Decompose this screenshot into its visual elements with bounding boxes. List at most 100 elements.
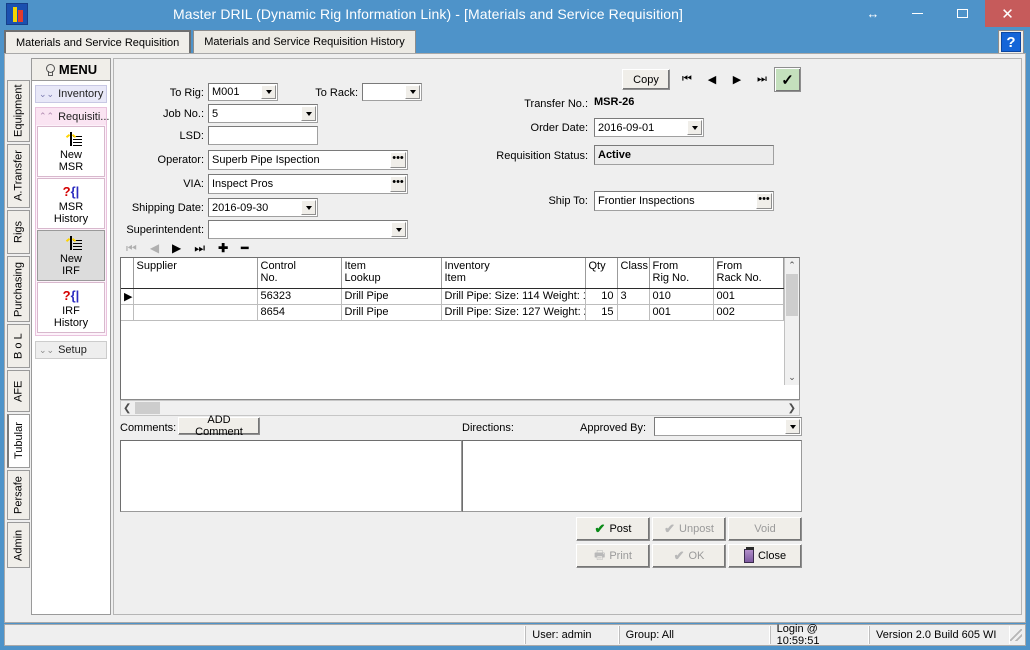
menu-item-irf-history[interactable]: ? {| IRF History bbox=[37, 282, 105, 333]
chevron-down-icon[interactable] bbox=[785, 419, 800, 434]
scroll-up-icon[interactable]: ⌃ bbox=[785, 258, 799, 273]
vtab-bol[interactable]: B o L bbox=[7, 324, 30, 368]
cell-from-rig-no[interactable]: 010 bbox=[649, 288, 714, 305]
table-row[interactable]: ▶ 56323 Drill Pipe Drill Pipe: Size: 114… bbox=[121, 288, 784, 305]
grid-col-class[interactable]: Class bbox=[617, 258, 650, 289]
cell-qty[interactable]: 15 bbox=[585, 304, 618, 321]
grid-vertical-scrollbar[interactable]: ⌃ ⌄ bbox=[784, 258, 799, 385]
cell-class[interactable]: 3 bbox=[617, 288, 650, 305]
previous-record-icon[interactable]: ◀ bbox=[701, 69, 723, 89]
job-no-select[interactable]: 5 bbox=[208, 104, 318, 123]
close-icon[interactable]: ✕ bbox=[985, 0, 1030, 27]
maximize-icon[interactable] bbox=[940, 0, 985, 27]
via-lookup-button[interactable]: ••• bbox=[390, 176, 406, 192]
operator-input[interactable]: Superb Pipe Ispection ••• bbox=[208, 150, 408, 170]
via-input[interactable]: Inspect Pros ••• bbox=[208, 174, 408, 194]
shipping-date-picker[interactable]: 2016-09-30 bbox=[208, 198, 318, 217]
last-record-icon[interactable]: ⏭ bbox=[751, 69, 773, 89]
confirm-checkmark-icon[interactable]: ✓ bbox=[774, 67, 801, 92]
vtab-rigs[interactable]: Rigs bbox=[7, 210, 30, 254]
calendar-chevron-down-icon[interactable] bbox=[687, 120, 702, 135]
copy-button[interactable]: Copy bbox=[622, 69, 670, 90]
grid-col-control-no[interactable]: Control No. bbox=[257, 258, 342, 289]
first-record-icon[interactable]: ⏮ bbox=[676, 69, 698, 89]
grid-col-supplier[interactable]: Supplier bbox=[133, 258, 258, 289]
order-date-picker[interactable]: 2016-09-01 bbox=[594, 118, 704, 137]
row-selector-icon[interactable]: ▶ bbox=[121, 288, 134, 305]
menu-group-inventory[interactable]: ⌄⌄ Inventory bbox=[35, 85, 107, 103]
grid-col-from-rack-no[interactable]: From Rack No. bbox=[713, 258, 784, 289]
cell-inventory-item[interactable]: Drill Pipe: Size: 127 Weight: 2 bbox=[441, 304, 586, 321]
scroll-right-icon[interactable]: ❯ bbox=[788, 403, 796, 414]
grid-delete-icon[interactable]: ━ bbox=[241, 241, 248, 255]
lsd-input[interactable] bbox=[208, 126, 318, 145]
to-rack-select[interactable] bbox=[362, 83, 422, 101]
cell-inventory-item[interactable]: Drill Pipe: Size: 114 Weight: 1 bbox=[441, 288, 586, 305]
cell-from-rack-no[interactable]: 001 bbox=[713, 288, 784, 305]
directions-textarea[interactable] bbox=[462, 440, 802, 512]
cell-from-rig-no[interactable]: 001 bbox=[649, 304, 714, 321]
chevron-down-icon[interactable] bbox=[301, 106, 316, 121]
vtab-persafe[interactable]: Persafe bbox=[7, 470, 30, 520]
vertical-scroll-thumb[interactable] bbox=[786, 274, 798, 316]
to-rig-select[interactable]: M001 bbox=[208, 83, 278, 101]
grid-col-item-lookup[interactable]: Item Lookup bbox=[341, 258, 442, 289]
add-comment-button[interactable]: ADD Comment bbox=[178, 414, 260, 438]
menu-item-new-irf[interactable]: New IRF bbox=[37, 230, 105, 281]
post-button[interactable]: ✔ Post bbox=[576, 517, 650, 541]
approved-by-select[interactable] bbox=[654, 417, 802, 436]
grid-next-icon[interactable]: ▶ bbox=[172, 241, 181, 255]
horizontal-scroll-thumb[interactable] bbox=[135, 402, 160, 414]
unpost-button[interactable]: ✔ Unpost bbox=[652, 517, 726, 541]
help-button[interactable]: ? bbox=[998, 30, 1024, 54]
cell-control-no[interactable]: 8654 bbox=[257, 304, 342, 321]
grid-first-icon[interactable]: ⏮ bbox=[126, 241, 137, 256]
vtab-admin[interactable]: Admin bbox=[7, 522, 30, 568]
void-button[interactable]: Void bbox=[728, 517, 802, 541]
cell-qty[interactable]: 10 bbox=[585, 288, 618, 305]
resize-icon[interactable]: ↔ bbox=[850, 0, 895, 27]
close-button[interactable]: Close bbox=[728, 544, 802, 568]
chevron-down-icon[interactable] bbox=[391, 222, 406, 237]
table-row[interactable]: 8654 Drill Pipe Drill Pipe: Size: 127 We… bbox=[121, 304, 784, 321]
operator-lookup-button[interactable]: ••• bbox=[390, 152, 406, 168]
vtab-purchasing[interactable]: Purchasing bbox=[7, 256, 30, 322]
tab-materials-and-service-requisition[interactable]: Materials and Service Requisition bbox=[4, 30, 192, 53]
grid-col-inventory-item[interactable]: Inventory Item bbox=[441, 258, 586, 289]
ship-to-lookup-button[interactable]: ••• bbox=[756, 193, 772, 209]
resize-grip-icon[interactable] bbox=[1010, 629, 1022, 641]
cell-item-lookup[interactable]: Drill Pipe bbox=[341, 288, 442, 305]
vtab-equipment[interactable]: Equipment bbox=[7, 80, 30, 142]
vtab-tubular[interactable]: Tubular bbox=[7, 414, 30, 468]
scroll-left-icon[interactable]: ❮ bbox=[123, 403, 131, 414]
cell-from-rack-no[interactable]: 002 bbox=[713, 304, 784, 321]
menu-item-new-msr[interactable]: New MSR bbox=[37, 126, 105, 177]
cell-supplier[interactable] bbox=[133, 288, 258, 305]
print-button[interactable]: 🖶 Print bbox=[576, 544, 650, 568]
vtab-afe[interactable]: AFE bbox=[7, 370, 30, 412]
tab-materials-and-service-requisition-history[interactable]: Materials and Service Requisition Histor… bbox=[193, 30, 416, 53]
grid-col-qty[interactable]: Qty bbox=[585, 258, 618, 289]
cell-class[interactable] bbox=[617, 304, 650, 321]
cell-supplier[interactable] bbox=[133, 304, 258, 321]
next-record-icon[interactable]: ▶ bbox=[726, 69, 748, 89]
grid-prev-icon[interactable]: ◀ bbox=[150, 241, 159, 255]
scroll-down-icon[interactable]: ⌄ bbox=[785, 370, 799, 385]
cell-control-no[interactable]: 56323 bbox=[257, 288, 342, 305]
grid-add-icon[interactable]: ✚ bbox=[218, 241, 228, 255]
grid-col-from-rig-no[interactable]: From Rig No. bbox=[649, 258, 714, 289]
comments-textarea[interactable] bbox=[120, 440, 462, 512]
row-selector[interactable] bbox=[121, 304, 134, 321]
vtab-a-transfer[interactable]: A.Transfer bbox=[7, 144, 30, 208]
ship-to-input[interactable]: Frontier Inspections ••• bbox=[594, 191, 774, 211]
menu-item-msr-history[interactable]: ? {| MSR History bbox=[37, 178, 105, 229]
superintendent-select[interactable] bbox=[208, 220, 408, 239]
calendar-chevron-down-icon[interactable] bbox=[301, 200, 316, 215]
minimize-icon[interactable] bbox=[895, 0, 940, 27]
chevron-down-icon[interactable] bbox=[261, 85, 276, 99]
menu-group-requisitions[interactable]: ⌃⌃ Requisiti... bbox=[35, 107, 109, 125]
chevron-down-icon[interactable] bbox=[405, 85, 420, 99]
cell-item-lookup[interactable]: Drill Pipe bbox=[341, 304, 442, 321]
grid-last-icon[interactable]: ⏭ bbox=[194, 241, 205, 256]
menu-group-setup[interactable]: ⌄⌄ Setup bbox=[35, 341, 107, 359]
